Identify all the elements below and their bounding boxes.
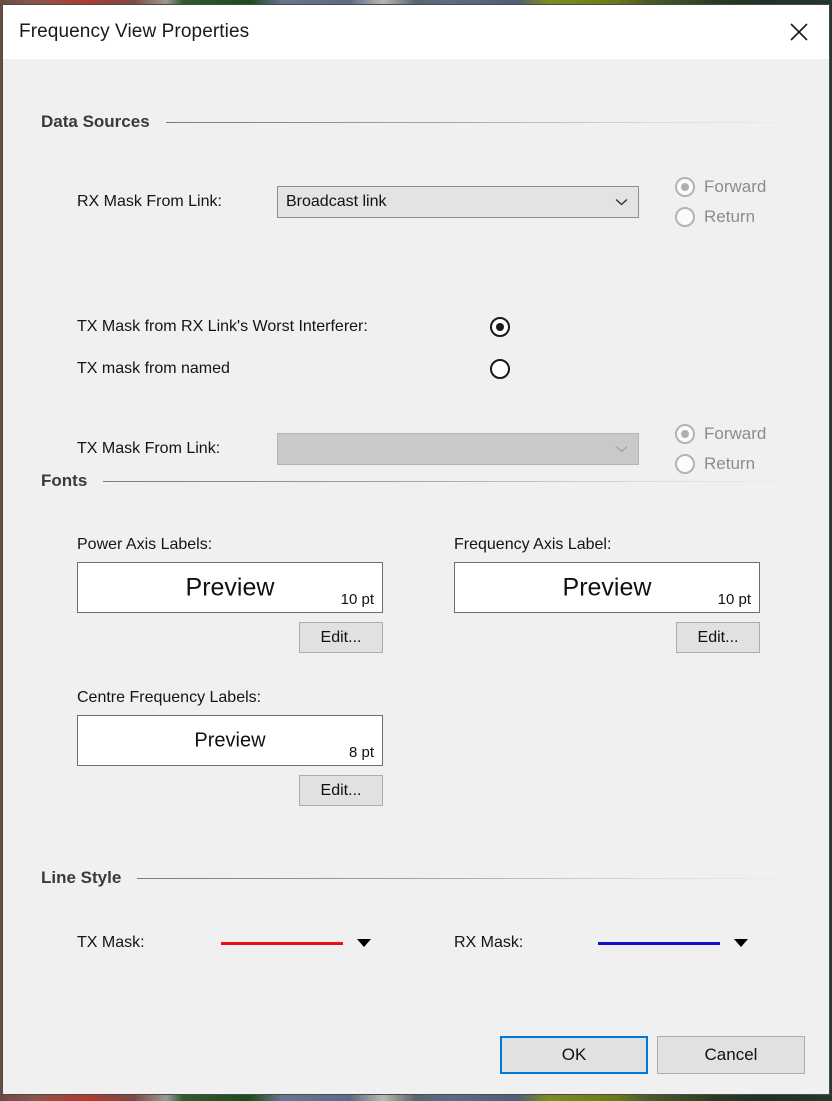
section-divider — [137, 877, 783, 879]
section-title-data-sources: Data Sources — [41, 112, 150, 131]
chevron-down-icon — [615, 199, 628, 206]
dialog-footer: OK Cancel — [500, 1036, 805, 1074]
rx-direction-forward-label: Forward — [704, 177, 767, 196]
font-caption-frequency-axis-label: Frequency Axis Label: — [454, 536, 612, 553]
ok-button[interactable]: OK — [500, 1036, 648, 1074]
font-edit-row: Edit... — [454, 613, 760, 653]
rx-direction-forward-radio[interactable]: Forward — [675, 177, 766, 197]
rx-direction-return-label: Return — [704, 207, 756, 226]
radio-selected-icon — [675, 177, 695, 197]
rx-mask-from-link-label: RX Mask From Link: — [77, 193, 222, 210]
close-icon[interactable] — [769, 5, 829, 59]
font-size-label: 10 pt — [340, 591, 374, 608]
tx-worst-interferer-label: TX Mask from RX Link's Worst Interferer: — [77, 318, 368, 335]
dialog-body: Data Sources RX Mask From Link: Broadcas… — [3, 59, 829, 1094]
font-preview-text: Preview — [562, 573, 652, 601]
tx-direction-radio-group: Forward Return — [675, 424, 766, 474]
triangle-down-icon — [357, 939, 371, 947]
line-style-tx-mask-row: TX Mask: — [77, 934, 371, 952]
dialog-titlebar: Frequency View Properties — [3, 5, 829, 59]
tx-worst-interferer-radio[interactable] — [490, 317, 510, 337]
line-style-rx-mask-picker[interactable] — [598, 939, 748, 947]
line-style-tx-mask-picker[interactable] — [221, 939, 371, 947]
tx-direction-forward-radio[interactable]: Forward — [675, 424, 766, 444]
section-title-fonts: Fonts — [41, 471, 88, 490]
font-preview-frequency-axis-label: Preview 10 pt — [454, 562, 760, 613]
font-preview-text: Preview — [194, 729, 266, 751]
font-edit-row: Edit... — [77, 613, 383, 653]
font-preview-power-axis-labels: Preview 10 pt — [77, 562, 383, 613]
triangle-down-icon — [734, 939, 748, 947]
edit-font-button-centre-frequency-labels[interactable]: Edit... — [299, 775, 383, 806]
dialog-title: Frequency View Properties — [19, 21, 250, 42]
frequency-view-properties-dialog: Frequency View Properties Data Sources R… — [2, 4, 830, 1095]
rx-mask-from-link-row: RX Mask From Link: Broadcast link Forwar… — [77, 177, 797, 227]
font-preview-centre-frequency-labels: Preview 8 pt — [77, 715, 383, 766]
chevron-down-icon — [615, 446, 628, 453]
font-preview-text: Preview — [185, 573, 275, 601]
tx-direction-forward-label: Forward — [704, 424, 767, 443]
font-size-label: 8 pt — [348, 744, 374, 761]
line-swatch-rx-mask — [598, 941, 720, 945]
line-style-rx-mask-label: RX Mask: — [454, 934, 524, 951]
rx-direction-return-radio[interactable]: Return — [675, 207, 766, 227]
font-size-label: 10 pt — [717, 591, 751, 608]
font-edit-row: Edit... — [77, 766, 383, 806]
radio-unselected-icon — [675, 207, 695, 227]
tx-worst-interferer-row: TX Mask from RX Link's Worst Interferer: — [77, 317, 510, 337]
radio-selected-icon — [675, 424, 695, 444]
section-header-fonts: Fonts — [41, 471, 783, 491]
section-title-line-style: Line Style — [41, 868, 122, 887]
rx-direction-radio-group: Forward Return — [675, 177, 766, 227]
section-header-data-sources: Data Sources — [41, 112, 783, 132]
section-divider — [103, 480, 783, 482]
rx-mask-from-link-combobox[interactable]: Broadcast link — [277, 186, 639, 218]
edit-font-button-power-axis-labels[interactable]: Edit... — [299, 622, 383, 653]
section-divider — [165, 121, 783, 123]
cancel-button[interactable]: Cancel — [657, 1036, 805, 1074]
font-caption-power-axis-labels: Power Axis Labels: — [77, 536, 213, 553]
font-block-power-axis-labels: Power Axis Labels: Preview 10 pt Edit... — [77, 536, 383, 653]
tx-mask-from-link-combobox[interactable] — [277, 433, 639, 465]
font-block-frequency-axis-label: Frequency Axis Label: Preview 10 pt Edit… — [454, 536, 760, 653]
edit-font-button-frequency-axis-label[interactable]: Edit... — [676, 622, 760, 653]
tx-mask-from-link-label: TX Mask From Link: — [77, 440, 221, 457]
font-block-centre-frequency-labels: Centre Frequency Labels: Preview 8 pt Ed… — [77, 689, 383, 806]
tx-mask-from-link-row: TX Mask From Link: Forward Return — [77, 367, 797, 474]
line-style-tx-mask-label: TX Mask: — [77, 934, 145, 951]
section-header-line-style: Line Style — [41, 868, 783, 888]
rx-mask-from-link-value: Broadcast link — [286, 193, 387, 210]
line-swatch-tx-mask — [221, 941, 343, 945]
font-caption-centre-frequency-labels: Centre Frequency Labels: — [77, 689, 262, 706]
line-style-rx-mask-row: RX Mask: — [454, 934, 748, 952]
